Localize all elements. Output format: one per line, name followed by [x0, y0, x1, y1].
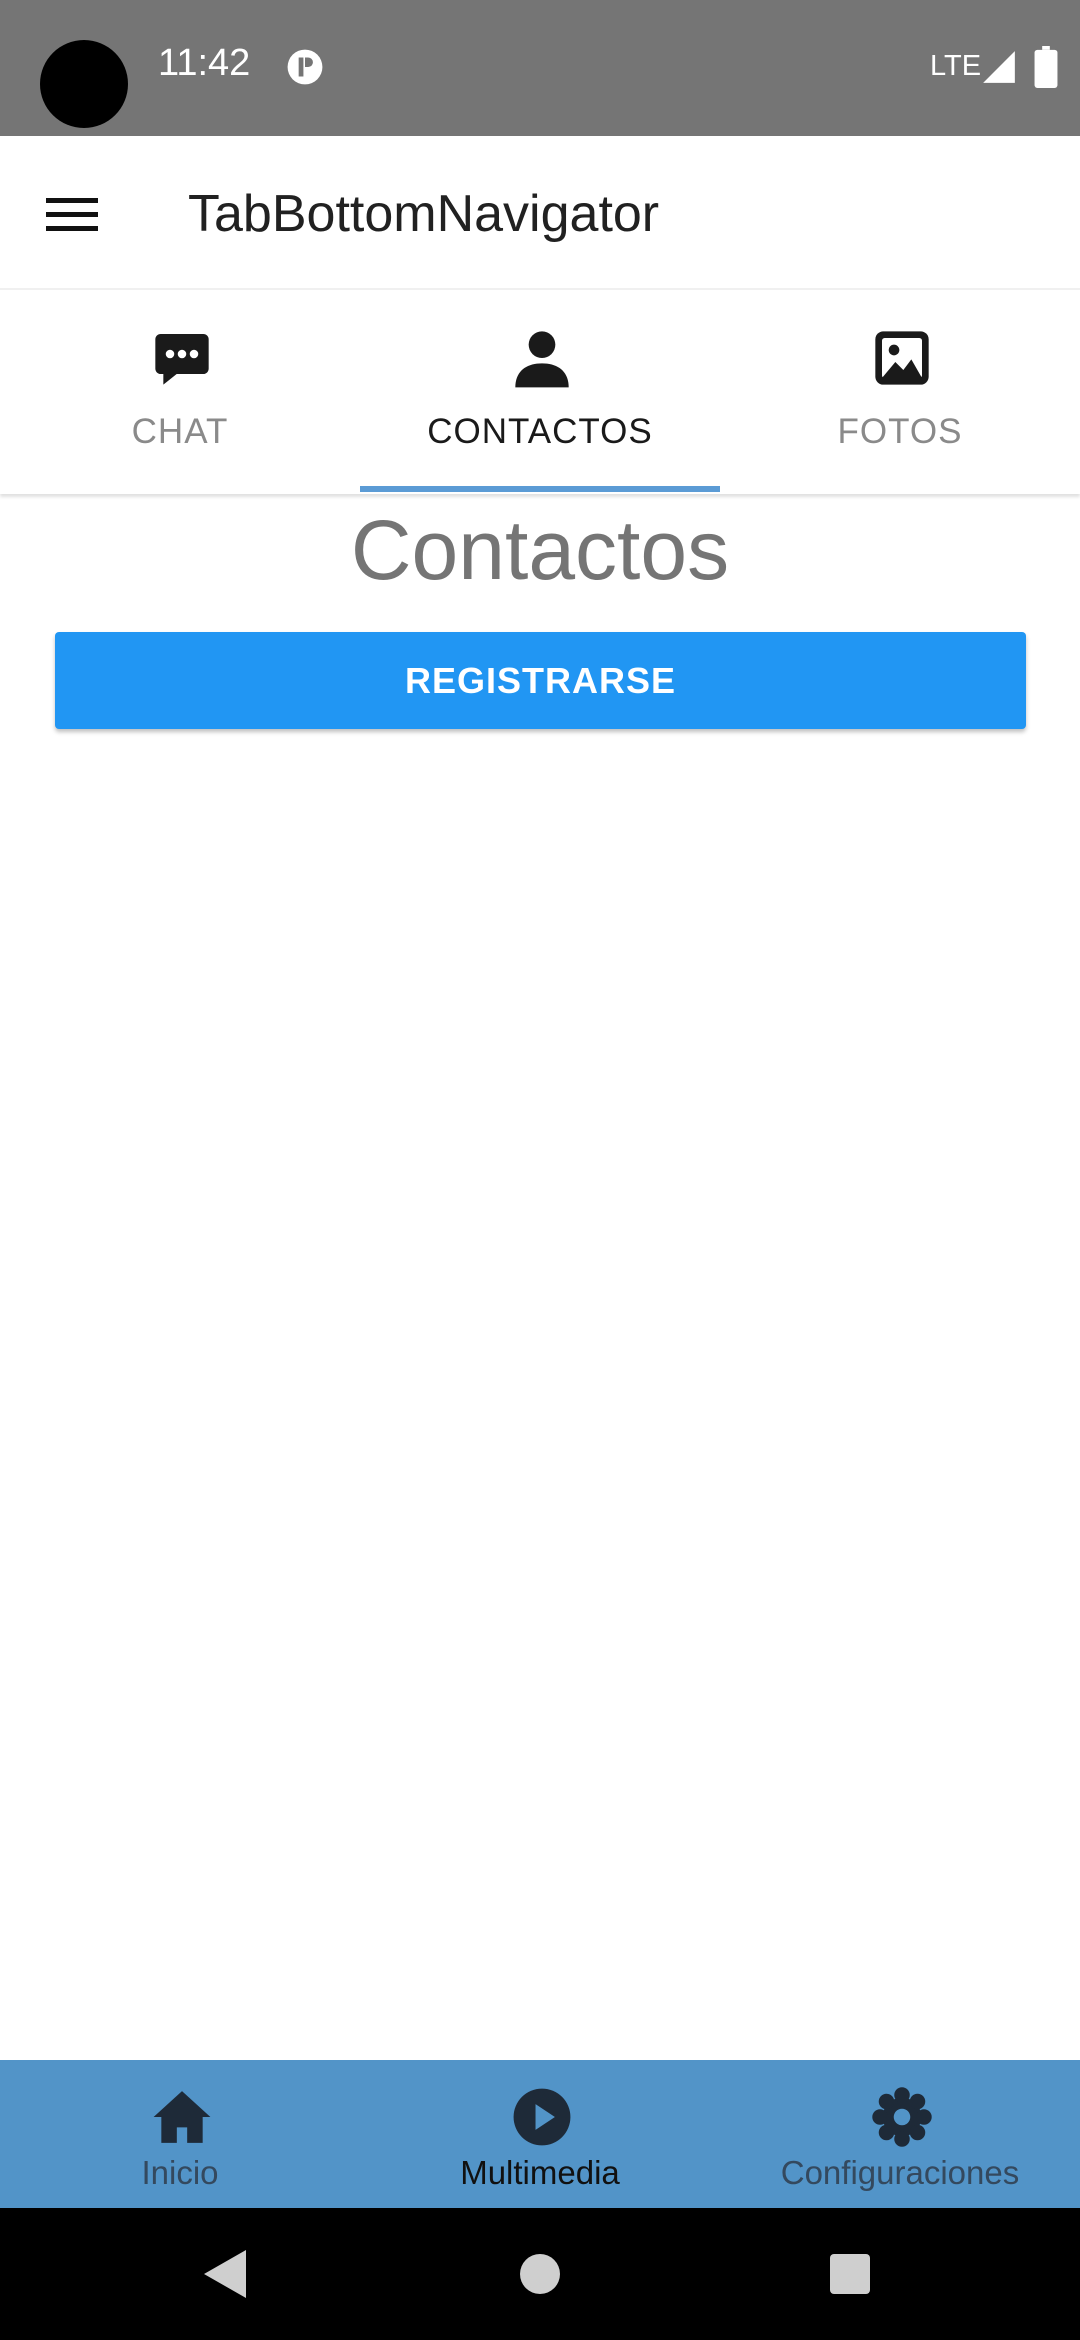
bottom-nav-multimedia-label: Multimedia [460, 2154, 620, 2191]
menu-icon[interactable] [36, 188, 108, 242]
image-icon [875, 331, 929, 385]
status-time: 11:42 [158, 42, 251, 84]
tab-contactos[interactable]: CONTACTOS [360, 290, 720, 494]
bottom-nav-inicio-label: Inicio [141, 2154, 219, 2191]
play-icon [513, 2088, 571, 2146]
battery-icon [1034, 46, 1058, 88]
tab-chat-label: CHAT [131, 412, 229, 451]
chat-icon [155, 334, 209, 385]
bottom-nav-multimedia[interactable]: Multimedia [360, 2060, 720, 2208]
page-title: Contactos [350, 503, 730, 597]
app-bar: TabBottomNavigator [0, 136, 1080, 290]
network-type: LTE [930, 50, 982, 82]
recent-apps-button[interactable] [830, 2254, 870, 2294]
register-button[interactable]: REGISTRARSE [55, 632, 1026, 729]
back-icon[interactable] [200, 2246, 250, 2302]
signal-icon [983, 51, 1015, 83]
tab-indicator [360, 486, 720, 492]
bottom-nav-configuraciones-label: Configuraciones [780, 2154, 1020, 2191]
tab-chat[interactable]: CHAT [0, 290, 360, 494]
app-notification-icon [287, 49, 323, 85]
settings-icon [872, 2087, 932, 2147]
person-icon [515, 331, 569, 388]
tab-fotos-label: FOTOS [837, 412, 963, 451]
system-nav-bar [0, 2208, 1080, 2340]
bottom-nav: Inicio Multimedia Configuraciones [0, 2060, 1080, 2208]
app-title: TabBottomNavigator [188, 185, 660, 243]
bottom-nav-inicio[interactable]: Inicio [0, 2060, 360, 2208]
bottom-nav-configuraciones[interactable]: Configuraciones [720, 2060, 1080, 2208]
tab-contactos-label: CONTACTOS [427, 412, 653, 451]
camera-cutout [40, 40, 128, 128]
status-bar: 11:42 LTE [0, 0, 1080, 136]
tab-fotos[interactable]: FOTOS [720, 290, 1080, 494]
home-icon [153, 2091, 211, 2143]
home-button[interactable] [520, 2254, 560, 2294]
top-tab-bar: CHAT CONTACTOS FOTOS [0, 290, 1080, 494]
